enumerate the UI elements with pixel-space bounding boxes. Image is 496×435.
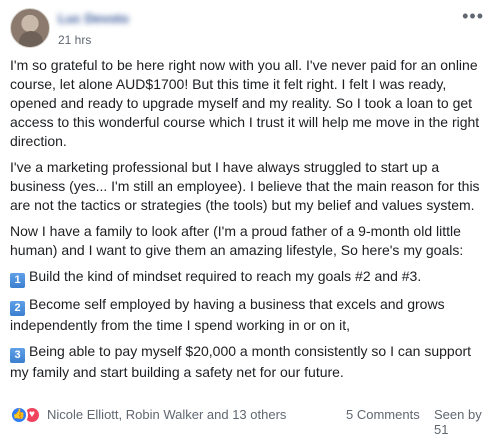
goal-item: 1 Build the kind of mindset required to r… (10, 267, 488, 288)
post-header: Luc Devoto 21 hrs ••• (10, 7, 486, 52)
reactors-link[interactable]: Nicole Elliott, Robin Walker and 13 othe… (47, 407, 286, 422)
more-options-icon[interactable]: ••• (462, 7, 484, 25)
facebook-post: Luc Devoto 21 hrs ••• I'm so grateful to… (0, 0, 496, 435)
goal-text: Become self employed by having a busines… (10, 296, 445, 333)
post-paragraph: Now I have a family to look after (I'm a… (10, 223, 464, 258)
author-avatar[interactable] (10, 8, 50, 48)
keycap-1-icon: 1 (10, 273, 25, 288)
comments-count-link[interactable]: 5 Comments (346, 407, 420, 422)
like-icon: 👍 (10, 406, 28, 424)
goal-text: Being able to pay myself $20,000 a month… (10, 343, 472, 380)
reactions-summary[interactable]: 👍 ♥ (10, 406, 44, 424)
keycap-3-icon: 3 (10, 348, 25, 363)
post-paragraph: I've a marketing professional but I have… (10, 159, 480, 213)
post-body: I'm so grateful to be here right now wit… (10, 56, 488, 389)
author-name[interactable]: Luc Devoto (58, 11, 168, 26)
post-paragraph: I'm so grateful to be here right now wit… (10, 57, 480, 149)
post-timestamp[interactable]: 21 hrs (58, 33, 91, 47)
seen-by-count[interactable]: Seen by 51 (434, 407, 488, 435)
post-footer: 👍 ♥ Nicole Elliott, Robin Walker and 13 … (10, 405, 488, 435)
goal-item: 2 Become self employed by having a busine… (10, 295, 488, 335)
goal-item: 3 Being able to pay myself $20,000 a mont… (10, 342, 488, 382)
keycap-2-icon: 2 (10, 301, 25, 316)
goal-text: Build the kind of mindset required to re… (29, 268, 422, 284)
